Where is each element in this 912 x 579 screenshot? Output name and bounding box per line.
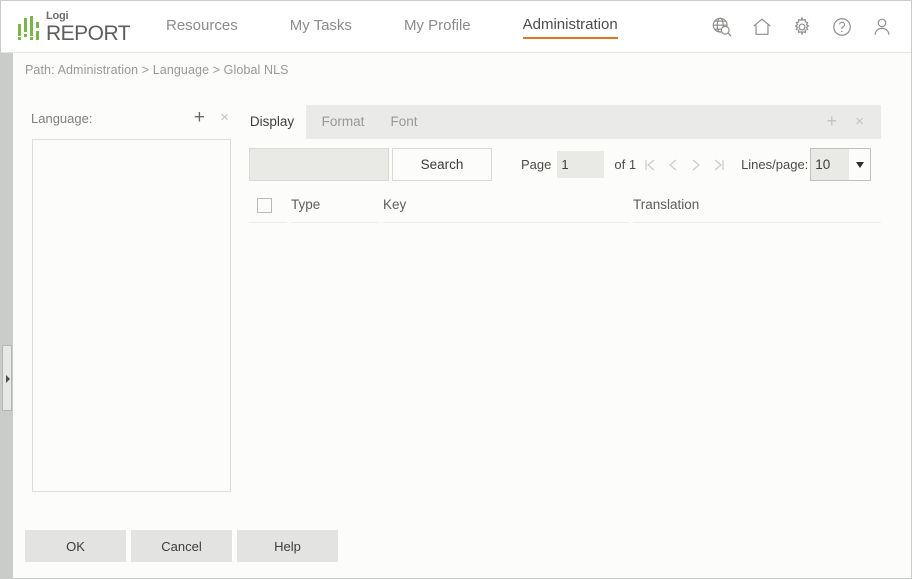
breadcrumb: Path: Administration > Language > Global… <box>25 63 289 77</box>
next-page-icon[interactable] <box>690 158 702 172</box>
language-panel-header: Language: + × <box>25 107 233 135</box>
add-language-icon[interactable]: + <box>194 108 205 127</box>
previous-page-icon[interactable] <box>667 158 679 172</box>
add-tab-icon[interactable]: + <box>826 112 837 130</box>
logo-logi-text: Logi <box>46 11 130 22</box>
tab-font[interactable]: Font <box>380 105 428 139</box>
first-page-icon[interactable] <box>644 158 656 172</box>
table-header-type[interactable]: Type <box>291 194 379 223</box>
chevron-down-icon[interactable] <box>856 162 864 168</box>
help-icon[interactable] <box>831 16 853 38</box>
page-label: Page <box>521 157 551 172</box>
table-header-row: Type Key Translation <box>249 194 881 224</box>
language-panel: Language: + × <box>25 107 233 135</box>
search-input[interactable] <box>249 148 389 181</box>
language-label: Language: <box>31 111 92 126</box>
logo-report-text: REPORT <box>46 23 130 44</box>
select-all-checkbox[interactable] <box>257 198 272 213</box>
nav-item-administration[interactable]: Administration <box>523 16 618 39</box>
remove-language-icon[interactable]: × <box>220 110 229 125</box>
lines-per-page-label: Lines/page: <box>741 157 808 172</box>
help-button[interactable]: Help <box>237 530 338 562</box>
panel-collapse-handle[interactable] <box>2 345 12 411</box>
home-icon[interactable] <box>751 16 773 38</box>
chevron-right-icon <box>6 375 10 383</box>
search-button[interactable]: Search <box>392 148 492 181</box>
user-icon[interactable] <box>871 16 893 38</box>
close-tab-icon[interactable]: × <box>855 114 864 129</box>
tab-display[interactable]: Display <box>238 105 306 139</box>
header-icon-group <box>711 1 893 53</box>
language-listbox[interactable] <box>32 139 231 492</box>
main-navigation: Resources My Tasks My Profile Administra… <box>166 1 618 53</box>
nav-item-my-profile[interactable]: My Profile <box>404 17 471 38</box>
table-header-translation[interactable]: Translation <box>633 194 881 223</box>
gear-icon[interactable] <box>791 16 813 38</box>
search-toolbar: Search Page of 1 <box>249 148 881 182</box>
nav-item-my-tasks[interactable]: My Tasks <box>290 17 352 38</box>
table-header-key[interactable]: Key <box>383 194 629 223</box>
tab-format[interactable]: Format <box>310 105 376 139</box>
lines-per-page-value: 10 <box>811 149 849 180</box>
app-header: Logi REPORT Resources My Tasks My Profil… <box>1 1 911 53</box>
pagination-controls: Page of 1 Lines/page: <box>521 148 871 181</box>
page-number-input[interactable] <box>557 151 604 178</box>
nls-table: Type Key Translation <box>249 194 881 224</box>
page-total-label: of 1 <box>614 157 636 172</box>
dialog-button-row: OK Cancel Help <box>25 530 343 562</box>
application-window: Logi REPORT Resources My Tasks My Profil… <box>0 0 912 579</box>
last-page-icon[interactable] <box>713 158 725 172</box>
logo-bars-icon <box>17 14 43 40</box>
lines-per-page-select[interactable]: 10 <box>810 148 871 181</box>
left-edge-strip <box>1 53 13 579</box>
content-tabbar: Display Format Font + × <box>238 105 881 139</box>
nav-item-resources[interactable]: Resources <box>166 17 238 38</box>
page-nav-group <box>644 158 725 172</box>
ok-button[interactable]: OK <box>25 530 126 562</box>
logi-report-logo: Logi REPORT <box>17 9 137 45</box>
table-header-select-all[interactable] <box>249 194 287 223</box>
globe-search-icon[interactable] <box>711 16 733 38</box>
cancel-button[interactable]: Cancel <box>131 530 232 562</box>
